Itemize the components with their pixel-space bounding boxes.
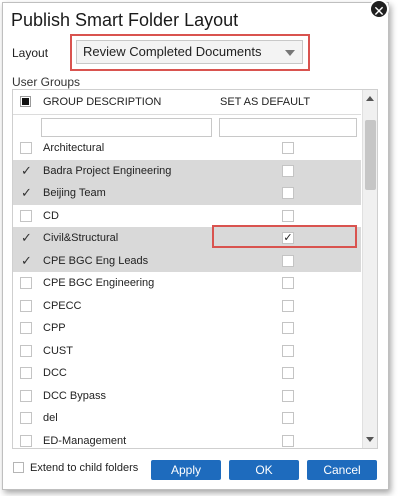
extend-to-child-folders-label: Extend to child folders bbox=[30, 462, 139, 474]
scroll-thumb[interactable] bbox=[365, 120, 376, 190]
scroll-up-icon[interactable] bbox=[366, 96, 374, 101]
table-row[interactable]: ✓ Beijing Team bbox=[13, 182, 361, 205]
group-name: Beijing Team bbox=[43, 187, 106, 199]
group-name: CPECC bbox=[43, 299, 82, 312]
row-select-checkbox[interactable] bbox=[20, 367, 32, 379]
dialog-title: Publish Smart Folder Layout bbox=[11, 10, 239, 30]
table-row[interactable]: Architectural bbox=[13, 137, 361, 160]
layout-label: Layout bbox=[12, 46, 49, 60]
table-row[interactable]: CPP bbox=[13, 317, 361, 340]
set-as-default-checkbox[interactable] bbox=[282, 299, 294, 312]
group-description-filter-input[interactable] bbox=[41, 118, 212, 137]
extend-to-child-folders-checkbox[interactable] bbox=[13, 462, 24, 473]
column-set-as-default[interactable]: SET AS DEFAULT bbox=[220, 96, 310, 108]
chevron-down-icon bbox=[285, 50, 295, 56]
row-select-checkbox[interactable] bbox=[20, 434, 32, 447]
grid-header: GROUP DESCRIPTION SET AS DEFAULT bbox=[13, 90, 361, 115]
set-as-default-checkbox[interactable] bbox=[282, 322, 294, 334]
layout-selected-value: Review Completed Documents bbox=[83, 44, 262, 59]
table-row[interactable]: CD bbox=[13, 205, 361, 228]
table-row[interactable]: CUST bbox=[13, 340, 361, 363]
set-as-default-checkbox[interactable] bbox=[282, 412, 294, 424]
row-select-checkbox[interactable] bbox=[20, 277, 32, 289]
set-as-default-checkbox[interactable] bbox=[282, 209, 294, 222]
group-name: CPE BGC Eng Leads bbox=[43, 254, 149, 267]
row-select-checkbox[interactable] bbox=[20, 389, 32, 402]
group-name: DCC bbox=[43, 367, 67, 379]
user-groups-label: User Groups bbox=[12, 75, 81, 89]
column-group-description[interactable]: GROUP DESCRIPTION bbox=[43, 96, 161, 108]
group-rows: Architectural ✓ Badra Project Engineering ✓… bbox=[13, 137, 361, 449]
row-select-checkbox[interactable]: ✓ bbox=[20, 186, 32, 199]
group-name: CPP bbox=[43, 322, 66, 334]
table-row[interactable]: CPECC bbox=[13, 295, 361, 318]
grid-scrollbar[interactable] bbox=[362, 90, 377, 448]
cancel-button[interactable]: Cancel bbox=[307, 460, 377, 480]
row-select-checkbox[interactable] bbox=[20, 322, 32, 334]
layout-dropdown[interactable]: Review Completed Documents bbox=[76, 40, 303, 64]
table-row[interactable]: ED-Management bbox=[13, 430, 361, 449]
group-name: Badra Project Engineering bbox=[43, 164, 172, 177]
set-as-default-checkbox[interactable] bbox=[282, 434, 294, 447]
close-icon[interactable]: ✕ bbox=[369, 0, 389, 19]
row-select-checkbox[interactable]: ✓ bbox=[20, 164, 32, 177]
table-row[interactable]: CPE BGC Engineering bbox=[13, 272, 361, 295]
table-row[interactable]: ✓ CPE BGC Eng Leads bbox=[13, 249, 361, 272]
group-name: DCC Bypass bbox=[43, 389, 106, 402]
row-select-checkbox[interactable]: ✓ bbox=[20, 254, 32, 267]
scroll-down-icon[interactable] bbox=[366, 437, 374, 442]
table-row[interactable]: del bbox=[13, 407, 361, 430]
set-as-default-checkbox[interactable] bbox=[282, 164, 294, 177]
table-row[interactable]: DCC bbox=[13, 362, 361, 385]
row-select-checkbox[interactable] bbox=[20, 412, 32, 424]
set-as-default-checkbox[interactable] bbox=[282, 367, 294, 379]
ok-button[interactable]: OK bbox=[229, 460, 299, 480]
group-name: Civil&Structural bbox=[43, 232, 119, 244]
table-row[interactable]: DCC Bypass bbox=[13, 385, 361, 408]
set-as-default-checkbox[interactable] bbox=[282, 142, 294, 154]
set-as-default-checkbox[interactable] bbox=[282, 187, 294, 199]
row-select-checkbox[interactable] bbox=[20, 299, 32, 312]
row-select-checkbox[interactable] bbox=[20, 209, 32, 222]
row-select-checkbox[interactable] bbox=[20, 344, 32, 357]
set-as-default-checkbox[interactable] bbox=[282, 277, 294, 289]
set-as-default-checkbox[interactable] bbox=[282, 344, 294, 357]
group-name: ED-Management bbox=[43, 434, 127, 447]
table-row[interactable]: ✓ Badra Project Engineering bbox=[13, 159, 361, 182]
set-as-default-filter-input[interactable] bbox=[219, 118, 357, 137]
group-name: CPE BGC Engineering bbox=[43, 277, 155, 289]
set-as-default-checkbox[interactable] bbox=[282, 254, 294, 267]
group-name: CUST bbox=[43, 344, 73, 357]
row-select-checkbox[interactable] bbox=[20, 142, 32, 154]
apply-button[interactable]: Apply bbox=[151, 460, 221, 480]
group-name: Architectural bbox=[43, 142, 105, 154]
select-all-checkbox[interactable] bbox=[20, 96, 31, 107]
publish-smart-folder-dialog: ✕ Publish Smart Folder Layout Layout Rev… bbox=[2, 0, 389, 490]
user-groups-grid: GROUP DESCRIPTION SET AS DEFAULT Archite… bbox=[12, 89, 378, 449]
set-as-default-checkbox[interactable] bbox=[282, 389, 294, 402]
row-select-checkbox[interactable]: ✓ bbox=[20, 231, 32, 244]
group-name: CD bbox=[43, 209, 59, 222]
default-highlight-box bbox=[212, 225, 357, 248]
group-name: del bbox=[43, 412, 58, 424]
